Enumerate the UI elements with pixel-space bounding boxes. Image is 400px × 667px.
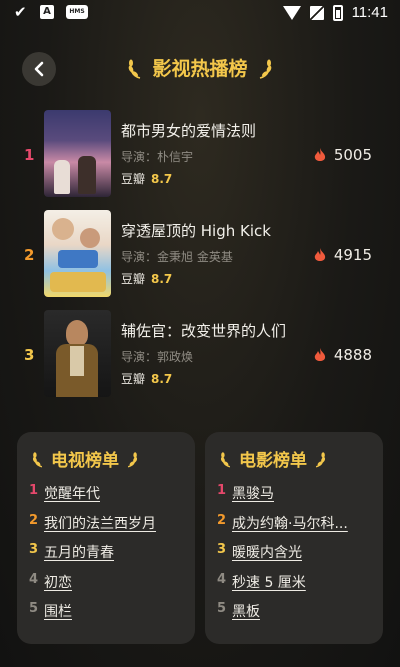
poster-image[interactable] [44,110,111,197]
list-item-title[interactable]: 黑板 [232,601,260,621]
rank-number: 1 [24,146,35,164]
poster-image[interactable] [44,310,111,397]
no-signal-icon [309,5,324,20]
list-item-title[interactable]: 围栏 [44,601,72,621]
laurel-left-icon [32,451,43,467]
ranking-item[interactable]: 3 辅佐官：改变世界的人们 导演：郭政焕 豆瓣 8.7 4888 [0,308,400,408]
list-item-title[interactable]: 初恋 [44,572,72,592]
director: 导演：金秉旭 金英基 [121,250,233,264]
show-title[interactable]: 辅佐官：改变世界的人们 [121,320,286,341]
hms-badge-icon: HMS [66,5,88,19]
movie-card-title: 电影榜单 [239,451,307,471]
ranking-item[interactable]: 1 都市男女的爱情法则 导演：朴信宇 豆瓣 8.7 5005 [0,108,400,208]
laurel-right-icon [315,451,326,467]
tv-ranking-card: 电视榜单 1 觉醒年代 2 我们的法兰西岁月 3 五月的青春 4 初恋 5 围栏 [17,432,195,644]
header: 影视热播榜 [0,54,400,84]
laurel-left-icon [129,59,141,79]
director: 导演：朴信宇 [121,150,194,164]
director: 导演：郭政焕 [121,350,194,364]
list-item-title[interactable]: 觉醒年代 [44,483,100,503]
list-item[interactable]: 1 黑骏马 [217,483,383,513]
list-item-title[interactable]: 秒速 5 厘米 [232,572,306,592]
wifi-icon [282,5,301,20]
list-item-title[interactable]: 五月的青春 [44,542,114,562]
show-title[interactable]: 都市男女的爱情法则 [121,120,256,141]
tv-card-title: 电视榜单 [51,451,119,471]
list-item[interactable]: 3 五月的青春 [29,542,195,572]
show-title[interactable]: 穿透屋顶的 High Kick [121,220,271,241]
movie-ranking-card: 电影榜单 1 黑骏马 2 成为约翰·马尔科... 3 暖暖内含光 4 秒速 5 厘米 5… [205,432,383,644]
a-badge-icon: A [40,5,54,19]
list-item[interactable]: 4 秒速 5 厘米 [217,572,383,602]
heat-count: 4888 [314,346,372,364]
ranking-item[interactable]: 2 穿透屋顶的 High Kick 导演：金秉旭 金英基 豆瓣 8.7 4915 [0,208,400,308]
list-item[interactable]: 5 黑板 [217,601,383,631]
status-bar: ✔ A HMS 11:41 [0,0,400,26]
list-item[interactable]: 2 成为约翰·马尔科... [217,513,383,543]
battery-icon [332,4,343,21]
flame-icon [314,347,325,361]
list-item-title[interactable]: 我们的法兰西岁月 [44,513,156,533]
rank-number: 2 [24,246,35,264]
douban-score: 豆瓣 8.7 [121,172,173,186]
douban-score: 豆瓣 8.7 [121,372,173,386]
list-item-title[interactable]: 成为约翰·马尔科... [232,513,348,533]
list-item[interactable]: 2 我们的法兰西岁月 [29,513,195,543]
list-item[interactable]: 3 暖暖内含光 [217,542,383,572]
poster-image[interactable] [44,210,111,297]
flame-icon [314,147,325,161]
flame-icon [314,247,325,261]
list-item[interactable]: 1 觉醒年代 [29,483,195,513]
ranking-list: 1 都市男女的爱情法则 导演：朴信宇 豆瓣 8.7 5005 2 穿透屋顶的 Hi… [0,108,400,408]
laurel-right-icon [127,451,138,467]
laurel-left-icon [220,451,231,467]
list-item[interactable]: 5 围栏 [29,601,195,631]
douban-score: 豆瓣 8.7 [121,272,173,286]
heat-count: 4915 [314,246,372,264]
list-item[interactable]: 4 初恋 [29,572,195,602]
list-item-title[interactable]: 黑骏马 [232,483,274,503]
list-item-title[interactable]: 暖暖内含光 [232,542,302,562]
laurel-right-icon [259,59,271,79]
rank-number: 3 [24,346,35,364]
page-title: 影视热播榜 [152,58,248,80]
status-time: 11:41 [351,4,388,21]
download-done-icon: ✔ [14,3,27,21]
heat-count: 5005 [314,146,372,164]
